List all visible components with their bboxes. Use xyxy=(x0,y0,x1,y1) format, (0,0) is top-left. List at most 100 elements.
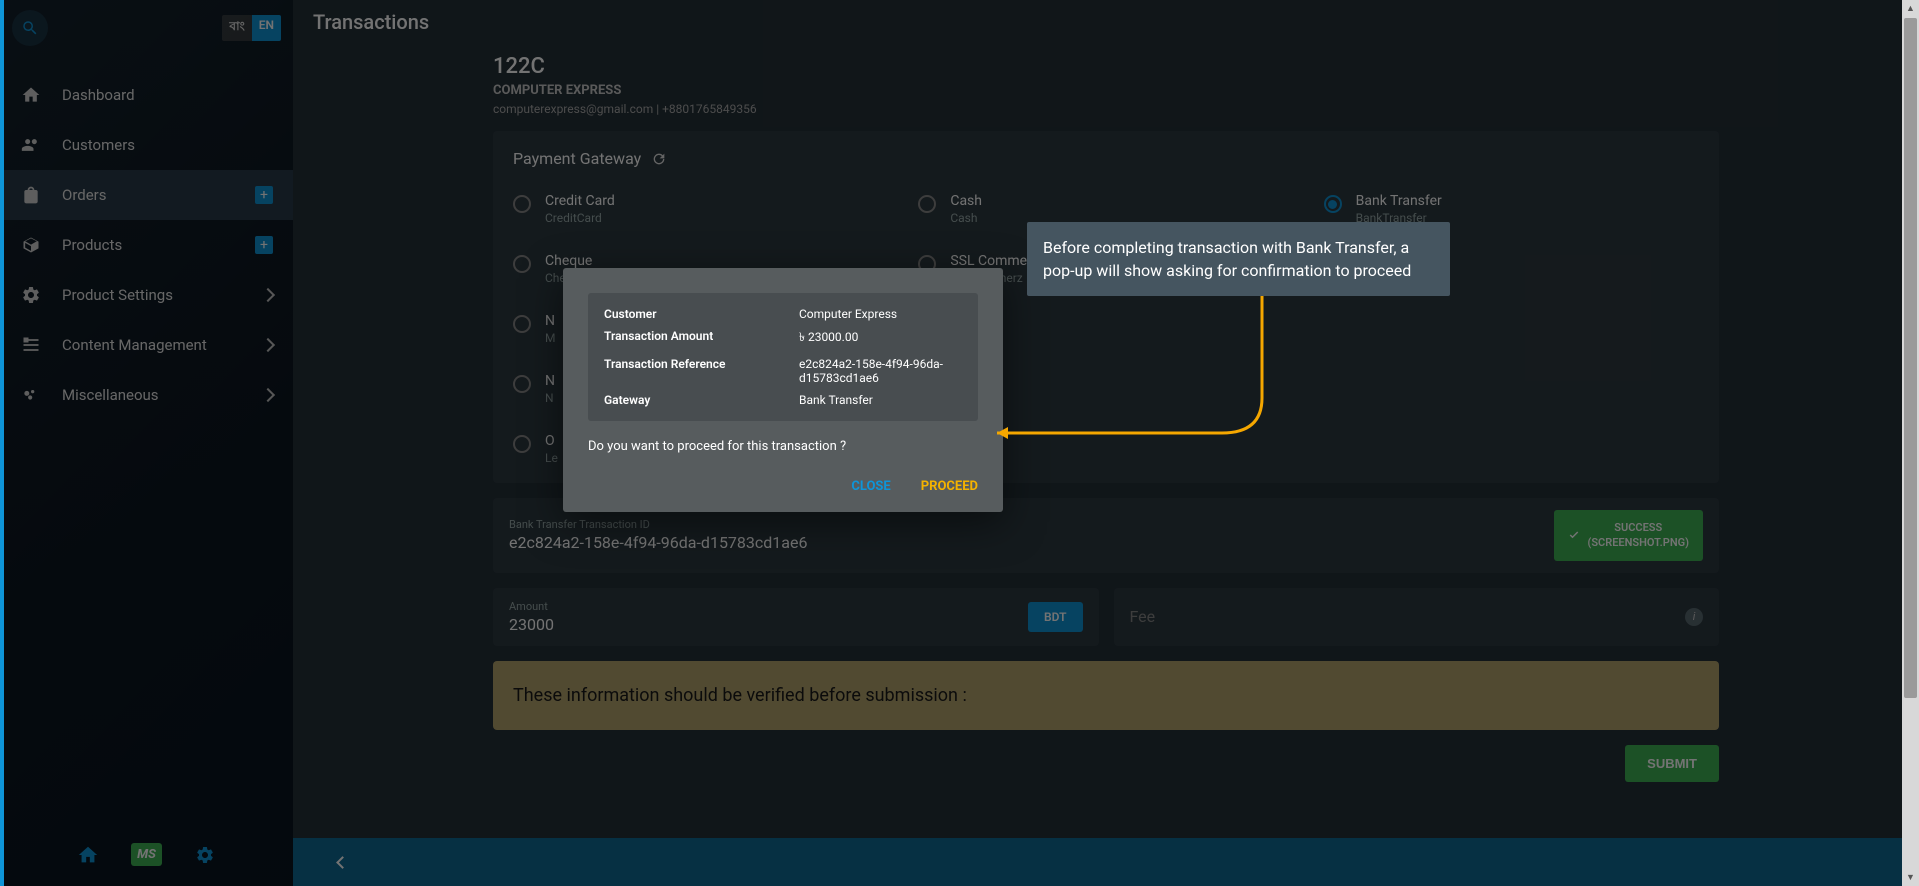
radio-label: Cash xyxy=(950,193,982,209)
scrollbar[interactable]: ▲ ▼ xyxy=(1902,0,1919,886)
home-icon xyxy=(77,844,99,866)
bank-transfer-id-input[interactable]: e2c824a2-158e-4f94-96da-d15783cd1ae6 xyxy=(509,533,1539,552)
radio-label: Cheque xyxy=(545,253,592,269)
nav-label: Dashboard xyxy=(62,86,135,104)
lang-bn[interactable]: বাং xyxy=(222,15,251,41)
amount-input[interactable]: 23000 xyxy=(509,615,1013,634)
modal-row-customer: Customer Computer Express xyxy=(604,307,962,321)
modal-value: Computer Express xyxy=(799,307,897,321)
modal-key: Transaction Amount xyxy=(604,329,799,349)
modal-actions: CLOSE PROCEED xyxy=(563,479,1003,512)
customer-header: 122C COMPUTER EXPRESS computerexpress@gm… xyxy=(493,54,1719,116)
amount-card: Amount 23000 BDT xyxy=(493,588,1099,646)
scrollbar-thumb[interactable] xyxy=(1904,18,1917,698)
footer-back-chevron-icon[interactable] xyxy=(336,856,349,869)
content-area: 122C COMPUTER EXPRESS computerexpress@gm… xyxy=(293,44,1919,838)
upload-success-badge[interactable]: SUCCESS(SCREENSHOT.PNG) xyxy=(1554,510,1704,561)
nav-label: Customers xyxy=(62,136,135,154)
plus-icon[interactable]: + xyxy=(255,236,273,254)
radio-sublabel: M xyxy=(545,331,555,345)
success-text: SUCCESS xyxy=(1588,520,1690,535)
settings-button[interactable] xyxy=(192,842,218,868)
success-filename: (SCREENSHOT.PNG) xyxy=(1588,535,1690,550)
nav-label: Miscellaneous xyxy=(62,386,159,404)
misc-icon xyxy=(20,384,42,406)
modal-value: e2c824a2-158e-4f94-96da-d15783cd1ae6 xyxy=(799,357,962,385)
modal-value: ৳ 23000.00 xyxy=(799,329,858,349)
sidebar-bottom: MS xyxy=(0,831,293,886)
radio-sublabel: CreditCard xyxy=(545,211,615,225)
search-icon xyxy=(21,19,39,37)
main-panel: Transactions 122C COMPUTER EXPRESS compu… xyxy=(293,0,1919,886)
chevron-right-icon xyxy=(261,288,275,302)
modal-key: Transaction Reference xyxy=(604,357,799,385)
radio-label: Credit Card xyxy=(545,193,615,209)
search-button[interactable] xyxy=(12,10,48,46)
modal-key: Customer xyxy=(604,307,799,321)
gateway-credit-card[interactable]: Credit Card CreditCard xyxy=(513,193,888,225)
currency-badge: BDT xyxy=(1028,602,1082,632)
scroll-down-icon[interactable]: ▼ xyxy=(1902,869,1919,886)
page-title: Transactions xyxy=(293,0,1919,44)
chevron-right-icon xyxy=(261,388,275,402)
lang-en[interactable]: EN xyxy=(252,15,281,41)
nav-dashboard[interactable]: Dashboard xyxy=(0,70,293,120)
language-toggle[interactable]: বাং EN xyxy=(222,15,281,41)
scroll-up-icon[interactable]: ▲ xyxy=(1902,0,1919,17)
nav-label: Products xyxy=(62,236,122,254)
nav-product-settings[interactable]: Product Settings xyxy=(0,270,293,320)
radio-icon xyxy=(513,195,531,213)
sidebar-top: বাং EN xyxy=(0,0,293,55)
nav-products[interactable]: Products + xyxy=(0,220,293,270)
box-icon xyxy=(20,234,42,256)
modal-row-reference: Transaction Reference e2c824a2-158e-4f94… xyxy=(604,357,962,385)
sidebar: বাং EN Dashboard Customers Orders + Prod… xyxy=(0,0,293,886)
radio-label: SSL Commerz xyxy=(950,253,1038,269)
gateway-bank-transfer[interactable]: Bank TransferBankTransfer xyxy=(1324,193,1699,225)
nav-orders[interactable]: Orders + xyxy=(0,170,293,220)
submit-row: SUBMIT xyxy=(493,745,1719,782)
radio-icon-selected xyxy=(1324,195,1342,213)
bag-icon xyxy=(20,184,42,206)
nav-content-management[interactable]: Content Management xyxy=(0,320,293,370)
gateway-header: Payment Gateway xyxy=(513,149,1699,168)
submit-button[interactable]: SUBMIT xyxy=(1625,745,1719,782)
nav-customers[interactable]: Customers xyxy=(0,120,293,170)
gateway-title: Payment Gateway xyxy=(513,149,641,168)
proceed-button[interactable]: PROCEED xyxy=(921,479,978,494)
modal-row-amount: Transaction Amount ৳ 23000.00 xyxy=(604,329,962,349)
ms-badge[interactable]: MS xyxy=(131,843,162,866)
input-label: Amount xyxy=(509,600,1013,613)
nav-label: Orders xyxy=(62,186,107,204)
radio-label: N xyxy=(545,313,555,329)
radio-label: O xyxy=(545,433,558,449)
info-icon[interactable]: i xyxy=(1685,608,1703,626)
nav-list: Dashboard Customers Orders + Products + … xyxy=(0,55,293,420)
customer-email: computerexpress@gmail.com xyxy=(493,102,653,116)
check-icon xyxy=(1568,529,1580,541)
nav-miscellaneous[interactable]: Miscellaneous xyxy=(0,370,293,420)
radio-icon xyxy=(513,435,531,453)
radio-sublabel: Le xyxy=(545,451,558,465)
close-button[interactable]: CLOSE xyxy=(851,479,890,494)
content-icon xyxy=(20,334,42,356)
home-button[interactable] xyxy=(75,842,101,868)
gear-icon xyxy=(195,845,215,865)
modal-details-table: Customer Computer Express Transaction Am… xyxy=(588,293,978,421)
input-label: Bank Transfer Transaction ID xyxy=(509,518,1539,531)
plus-icon[interactable]: + xyxy=(255,186,273,204)
radio-icon xyxy=(513,255,531,273)
radio-sublabel: N xyxy=(545,391,555,405)
modal-key: Gateway xyxy=(604,393,799,407)
home-icon xyxy=(20,84,42,106)
modal-row-gateway: Gateway Bank Transfer xyxy=(604,393,962,407)
left-edge-accent xyxy=(0,0,4,886)
nav-label: Product Settings xyxy=(62,286,173,304)
fee-input[interactable]: Fee xyxy=(1130,607,1671,626)
gateway-cash[interactable]: Cash Cash xyxy=(918,193,1293,225)
customer-contact: computerexpress@gmail.com | +88017658493… xyxy=(493,102,1719,116)
chevron-right-icon xyxy=(261,338,275,352)
radio-icon xyxy=(513,315,531,333)
radio-sublabel: Cash xyxy=(950,211,982,225)
refresh-icon[interactable] xyxy=(651,151,667,167)
